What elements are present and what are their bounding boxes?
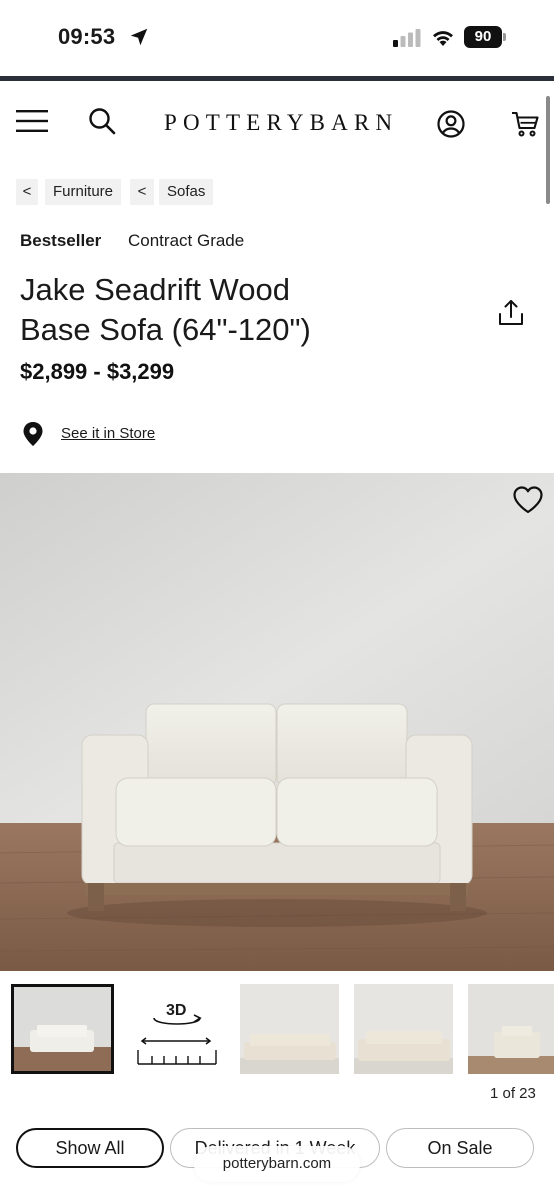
breadcrumb-chevron-sofas[interactable]: < bbox=[130, 179, 154, 205]
bestseller-tag: Bestseller bbox=[20, 231, 102, 250]
thumbnail-4[interactable] bbox=[354, 984, 453, 1074]
breadcrumb-chevron-furniture[interactable]: < bbox=[16, 179, 38, 205]
status-bar: 09:53 90 bbox=[0, 0, 554, 76]
thumbnail-1-image bbox=[14, 987, 111, 1071]
thumbnail-3d-view[interactable]: 3D bbox=[130, 984, 222, 1074]
chip-show-all[interactable]: Show All bbox=[16, 1128, 164, 1168]
rotate-3d-icon bbox=[137, 1014, 217, 1065]
battery-tip bbox=[503, 33, 506, 41]
browser-url-pill[interactable]: potterybarn.com bbox=[194, 1146, 360, 1182]
see-it-in-store-link[interactable]: See it in Store bbox=[61, 425, 155, 442]
wifi-icon bbox=[433, 31, 453, 46]
wishlist-heart-icon[interactable] bbox=[512, 485, 544, 515]
share-icon[interactable] bbox=[496, 298, 526, 328]
hamburger-menu-icon[interactable] bbox=[16, 109, 48, 133]
account-icon[interactable] bbox=[436, 109, 466, 139]
breadcrumb-furniture[interactable]: Furniture bbox=[45, 179, 122, 205]
thumbnail-1[interactable] bbox=[11, 984, 114, 1074]
cell-signal-icon bbox=[393, 29, 421, 47]
thumbnail-5-image bbox=[468, 984, 554, 1074]
contract-grade-tag: Contract Grade bbox=[128, 231, 245, 250]
thumbnail-3[interactable] bbox=[240, 984, 339, 1074]
product-title: Jake Seadrift Wood Base Sofa (64"-120") bbox=[20, 270, 450, 350]
site-header: POTTERYBARN bbox=[0, 81, 554, 167]
product-price: $2,899 - $3,299 bbox=[20, 359, 175, 384]
image-counter: 1 of 23 bbox=[490, 1085, 536, 1102]
breadcrumb-sofas[interactable]: Sofas bbox=[159, 179, 214, 205]
thumbnail-4-image bbox=[354, 984, 453, 1074]
thumbnail-5[interactable] bbox=[468, 984, 554, 1074]
status-time: 09:53 bbox=[58, 24, 116, 49]
location-pin-icon bbox=[23, 422, 43, 446]
cart-icon[interactable] bbox=[510, 109, 540, 139]
battery-level: 90 bbox=[464, 26, 502, 48]
product-title-line1: Jake Seadrift Wood bbox=[20, 272, 290, 307]
product-title-line2: Base Sofa (64"-120") bbox=[20, 312, 311, 347]
location-arrow-icon bbox=[130, 28, 148, 46]
product-hero-image[interactable] bbox=[0, 473, 554, 971]
search-icon[interactable] bbox=[88, 107, 116, 135]
battery-indicator: 90 bbox=[464, 26, 506, 48]
chip-on-sale[interactable]: On Sale bbox=[386, 1128, 534, 1168]
thumbnail-3-image bbox=[240, 984, 339, 1074]
site-logo[interactable]: POTTERYBARN bbox=[164, 110, 392, 136]
page-scrollbar[interactable] bbox=[546, 96, 550, 204]
gallery-thumbnails: 3D bbox=[0, 982, 554, 1078]
